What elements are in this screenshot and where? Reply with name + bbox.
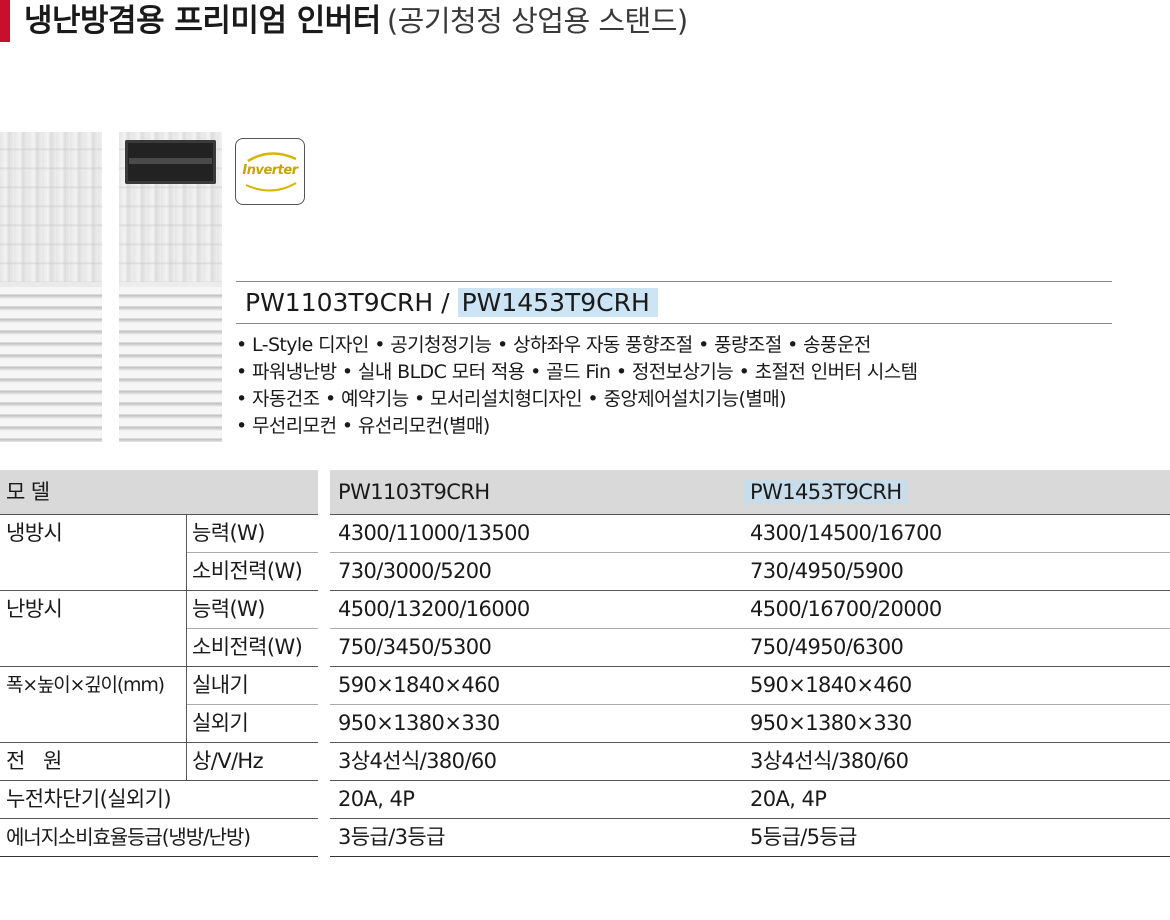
row-group: 누전차단기(실외기) [6,787,172,811]
page-title-sub: (공기청정 상업용 스탠드) [386,4,688,38]
table-bottom-rule [330,856,1170,857]
header-model-b: PW1453T9CRH [744,470,908,514]
row-group: 난방시 [6,597,63,621]
title-accent-bar [0,0,10,42]
table-row: 소비전력(W) 730/3000/5200 730/4950/5900 [0,552,1170,590]
model-heading: PW1103T9CRH / PW1453T9CRH [245,284,658,322]
row-value-b: 750/4950/6300 [750,635,904,659]
model-header-bottom-rule [236,323,1112,324]
table-row: 실외기 950×1380×330 950×1380×330 [0,704,1170,742]
model-header-top-rule [236,281,1112,282]
row-value-b: 4300/14500/16700 [750,521,942,545]
row-group: 전 원 [6,749,62,773]
row-value-a: 4500/13200/16000 [338,597,530,621]
table-row: 폭×높이×깊이(mm) 실내기 590×1840×460 590×1840×46… [0,666,1170,704]
feature-line: • 자동건조 • 예약기능 • 모서리설치형디자인 • 중앙제어설치기능(별매) [236,388,787,410]
page-title-main: 냉난방겸용 프리미엄 인버터 [24,3,381,39]
row-value-b: 4500/16700/20000 [750,597,942,621]
row-item: 소비전력(W) [192,559,303,583]
table-divider [0,780,318,781]
row-value-a: 20A, 4P [338,787,415,811]
row-value-a: 950×1380×330 [338,711,500,735]
model-b-name: PW1453T9CRH [457,288,658,317]
feature-line: • L-Style 디자인 • 공기청정기능 • 상하좌우 자동 풍향조절 • … [236,334,871,356]
row-item: 능력(W) [192,521,265,545]
table-row: 누전차단기(실외기) 20A, 4P 20A, 4P [0,780,1170,818]
table-divider [330,742,1170,743]
table-column-divider [186,514,187,780]
table-divider [186,704,318,705]
row-value-b: 20A, 4P [750,787,827,811]
table-divider [330,552,1170,553]
row-item: 실외기 [192,711,249,735]
row-item: 소비전력(W) [192,635,303,659]
product-image-unit-2 [119,132,222,442]
table-divider [0,514,318,515]
table-divider [330,818,1170,819]
row-value-b: 950×1380×330 [750,711,912,735]
inverter-badge-label: Inverter [242,163,298,178]
feature-line: • 무선리모컨 • 유선리모컨(별매) [236,415,490,437]
row-value-b: 5등급/5등급 [750,825,857,849]
table-row: 냉방시 능력(W) 4300/11000/13500 4300/14500/16… [0,514,1170,552]
row-value-a: 3등급/3등급 [338,825,445,849]
model-a-name: PW1103T9CRH [245,288,434,317]
row-value-b: 3상4선식/380/60 [750,749,909,773]
row-value-a: 750/3450/5300 [338,635,492,659]
table-divider [330,666,1170,667]
row-group: 냉방시 [6,521,63,545]
row-group: 에너지소비효율등급(냉방/난방) [6,825,251,849]
table-divider [330,514,1170,515]
spec-table-header: 모 델 PW1103T9CRH PW1453T9CRH [0,470,1170,514]
row-item: 상/V/Hz [192,749,264,773]
table-divider [0,818,318,819]
row-group: 폭×높이×깊이(mm) [6,674,165,696]
table-row: 소비전력(W) 750/3450/5300 750/4950/6300 [0,628,1170,666]
row-value-a: 4300/11000/13500 [338,521,530,545]
row-value-b: 730/4950/5900 [750,559,904,583]
row-item: 능력(W) [192,597,265,621]
table-divider [330,780,1170,781]
table-divider [330,590,1170,591]
table-divider [186,628,318,629]
display-panel [125,140,216,184]
model-separator: / [433,288,458,317]
table-row: 난방시 능력(W) 4500/13200/16000 4500/16700/20… [0,590,1170,628]
header-label: 모 델 [6,480,50,504]
feature-list: • L-Style 디자인 • 공기청정기능 • 상하좌우 자동 풍향조절 • … [236,332,918,440]
row-value-a: 590×1840×460 [338,673,500,697]
table-divider [186,552,318,553]
row-value-a: 3상4선식/380/60 [338,749,497,773]
product-image-unit-1 [0,132,102,442]
table-divider [330,704,1170,705]
row-item: 실내기 [192,673,249,697]
table-row: 전 원 상/V/Hz 3상4선식/380/60 3상4선식/380/60 [0,742,1170,780]
table-divider [0,742,318,743]
page-title: 냉난방겸용 프리미엄 인버터 (공기청정 상업용 스탠드) [24,0,688,42]
table-divider [330,628,1170,629]
table-row: 에너지소비효율등급(냉방/난방) 3등급/3등급 5등급/5등급 [0,818,1170,856]
table-divider [0,590,318,591]
row-value-a: 730/3000/5200 [338,559,492,583]
feature-line: • 파워냉난방 • 실내 BLDC 모터 적용 • 골드 Fin • 정전보상기… [236,361,918,383]
row-value-b: 590×1840×460 [750,673,912,697]
table-bottom-rule [0,856,318,857]
table-divider [0,666,318,667]
inverter-badge: Inverter [235,138,305,205]
header-model-a: PW1103T9CRH [338,480,490,504]
